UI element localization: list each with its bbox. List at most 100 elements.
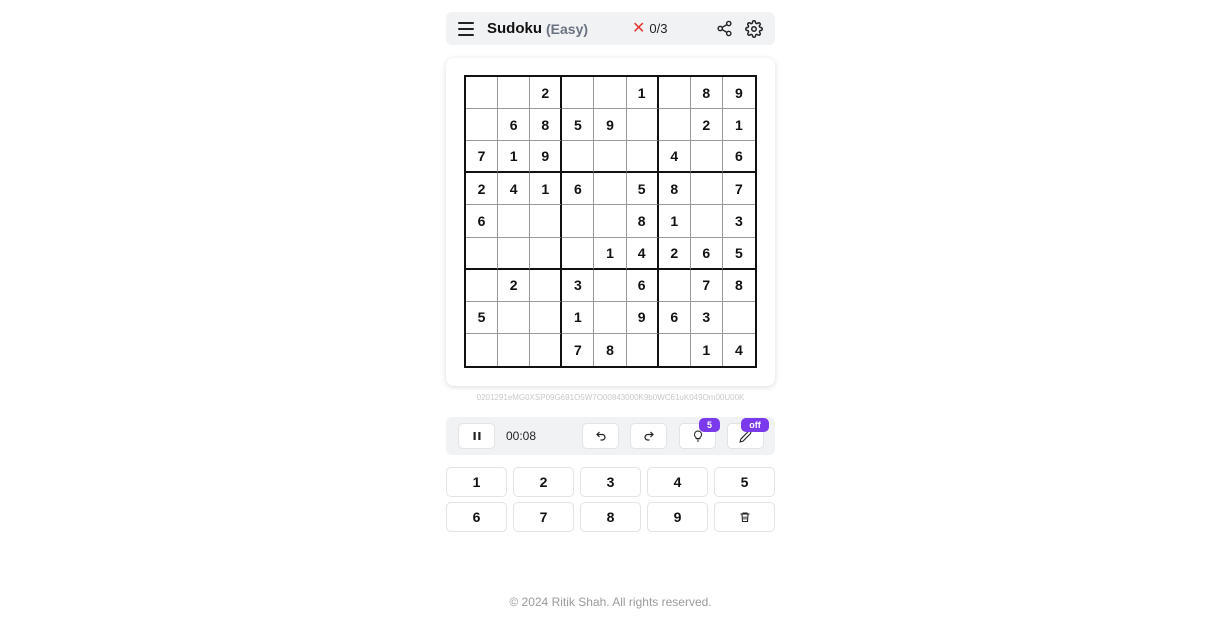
grid-cell-r8c1[interactable]: 5 <box>466 301 499 334</box>
number-button-3[interactable]: 3 <box>580 467 641 497</box>
grid-cell-r2c5[interactable]: 9 <box>594 109 627 142</box>
grid-cell-r3c1[interactable]: 7 <box>466 141 499 174</box>
grid-cell-r4c3[interactable]: 1 <box>530 173 563 206</box>
grid-cell-r6c1[interactable] <box>466 237 499 270</box>
grid-cell-r7c7[interactable] <box>658 269 691 302</box>
grid-cell-r2c7[interactable] <box>658 109 691 142</box>
grid-cell-r5c6[interactable]: 8 <box>626 205 659 238</box>
grid-cell-r8c9[interactable] <box>722 302 755 334</box>
grid-cell-r2c8[interactable]: 2 <box>690 109 723 142</box>
number-button-2[interactable]: 2 <box>513 467 574 497</box>
grid-cell-r2c3[interactable]: 8 <box>530 109 563 142</box>
grid-cell-r7c8[interactable]: 7 <box>690 269 723 302</box>
number-button-6[interactable]: 6 <box>446 502 507 532</box>
grid-cell-r9c8[interactable]: 1 <box>691 333 723 366</box>
grid-cell-r7c9[interactable]: 8 <box>722 270 755 302</box>
grid-cell-r6c2[interactable] <box>498 237 531 270</box>
grid-cell-r1c8[interactable]: 8 <box>690 77 723 110</box>
pause-button[interactable] <box>458 423 495 449</box>
grid-cell-r8c6[interactable]: 9 <box>626 301 659 334</box>
grid-cell-r5c9[interactable]: 3 <box>722 205 755 238</box>
grid-cell-r4c5[interactable] <box>594 173 627 206</box>
erase-button[interactable] <box>714 502 775 532</box>
number-button-1[interactable]: 1 <box>446 467 507 497</box>
grid-cell-r8c2[interactable] <box>498 301 531 334</box>
grid-cell-r2c1[interactable] <box>466 109 499 142</box>
grid-cell-r6c5[interactable]: 1 <box>594 237 627 270</box>
grid-cell-r5c8[interactable] <box>690 205 723 238</box>
grid-cell-r3c4[interactable] <box>562 141 595 174</box>
grid-cell-r6c4[interactable] <box>562 237 595 270</box>
grid-cell-r9c7[interactable] <box>659 333 691 366</box>
grid-cell-r4c1[interactable]: 2 <box>466 173 499 206</box>
grid-cell-r7c1[interactable] <box>466 269 499 302</box>
grid-cell-r2c2[interactable]: 6 <box>498 109 531 142</box>
grid-cell-r4c7[interactable]: 8 <box>658 173 691 206</box>
grid-cell-r8c7[interactable]: 6 <box>658 301 691 334</box>
grid-cell-r7c2[interactable]: 2 <box>498 269 531 302</box>
grid-cell-r8c8[interactable]: 3 <box>690 301 723 334</box>
grid-cell-r6c3[interactable] <box>530 237 563 270</box>
grid-cell-r2c4[interactable]: 5 <box>562 109 595 142</box>
number-button-5[interactable]: 5 <box>714 467 775 497</box>
grid-cell-r6c8[interactable]: 6 <box>690 237 723 270</box>
menu-icon[interactable] <box>458 21 474 36</box>
number-button-8[interactable]: 8 <box>580 502 641 532</box>
grid-cell-r6c9[interactable]: 5 <box>722 238 755 270</box>
grid-cell-r8c3[interactable] <box>530 301 563 334</box>
hints-badge: 5 <box>699 418 720 432</box>
grid-cell-r4c8[interactable] <box>690 173 723 206</box>
number-button-4[interactable]: 4 <box>647 467 708 497</box>
grid-cell-r7c5[interactable] <box>594 269 627 302</box>
grid-cell-r9c5[interactable]: 8 <box>594 333 627 366</box>
grid-cell-r1c6[interactable]: 1 <box>626 77 659 110</box>
grid-cell-r1c2[interactable] <box>498 77 531 110</box>
grid-cell-r4c9[interactable]: 7 <box>722 173 755 206</box>
puzzle-code: 0201291eMG0XSP09G691O5W7O00843000K9b0WC6… <box>476 393 745 402</box>
grid-cell-r1c5[interactable] <box>594 77 627 110</box>
grid-cell-r1c4[interactable] <box>562 77 595 110</box>
grid-cell-r1c1[interactable] <box>466 77 499 110</box>
grid-cell-r3c9[interactable]: 6 <box>722 141 755 174</box>
grid-cell-r4c2[interactable]: 4 <box>498 173 531 206</box>
grid-cell-r8c5[interactable] <box>594 301 627 334</box>
grid-cell-r5c7[interactable]: 1 <box>658 205 691 238</box>
grid-cell-r3c8[interactable] <box>690 141 723 174</box>
grid-cell-r3c3[interactable]: 9 <box>530 141 563 174</box>
grid-cell-r1c9[interactable]: 9 <box>722 77 755 110</box>
grid-cell-r5c5[interactable] <box>594 205 627 238</box>
grid-cell-r9c3[interactable] <box>530 333 563 366</box>
grid-cell-r4c4[interactable]: 6 <box>562 173 595 206</box>
grid-cell-r3c2[interactable]: 1 <box>498 141 531 174</box>
number-button-7[interactable]: 7 <box>513 502 574 532</box>
grid-cell-r7c6[interactable]: 6 <box>626 269 659 302</box>
grid-cell-r2c9[interactable]: 1 <box>722 109 755 142</box>
undo-button[interactable] <box>582 423 619 449</box>
gear-icon[interactable] <box>745 19 763 38</box>
grid-cell-r4c6[interactable]: 5 <box>626 173 659 206</box>
redo-button[interactable] <box>630 423 667 449</box>
grid-cell-r3c5[interactable] <box>594 141 627 174</box>
timer: 00:08 <box>506 429 537 443</box>
grid-cell-r9c6[interactable] <box>627 333 659 366</box>
grid-cell-r5c1[interactable]: 6 <box>466 205 499 238</box>
grid-cell-r5c3[interactable] <box>530 205 563 238</box>
grid-cell-r8c4[interactable]: 1 <box>562 301 595 334</box>
grid-cell-r5c2[interactable] <box>498 205 531 238</box>
grid-cell-r7c4[interactable]: 3 <box>562 269 595 302</box>
grid-cell-r1c3[interactable]: 2 <box>530 77 563 110</box>
grid-cell-r1c7[interactable] <box>658 77 691 110</box>
grid-cell-r9c2[interactable] <box>498 333 531 366</box>
grid-cell-r3c7[interactable]: 4 <box>658 141 691 174</box>
grid-cell-r9c4[interactable]: 7 <box>562 333 595 366</box>
number-button-9[interactable]: 9 <box>647 502 708 532</box>
grid-cell-r2c6[interactable] <box>626 109 659 142</box>
grid-cell-r5c4[interactable] <box>562 205 595 238</box>
grid-cell-r9c1[interactable] <box>466 333 499 366</box>
grid-cell-r6c7[interactable]: 2 <box>658 237 691 270</box>
grid-cell-r3c6[interactable] <box>626 141 659 174</box>
grid-cell-r7c3[interactable] <box>530 269 563 302</box>
grid-cell-r6c6[interactable]: 4 <box>626 237 659 270</box>
share-icon[interactable] <box>715 20 733 38</box>
grid-cell-r9c9[interactable]: 4 <box>723 334 755 366</box>
